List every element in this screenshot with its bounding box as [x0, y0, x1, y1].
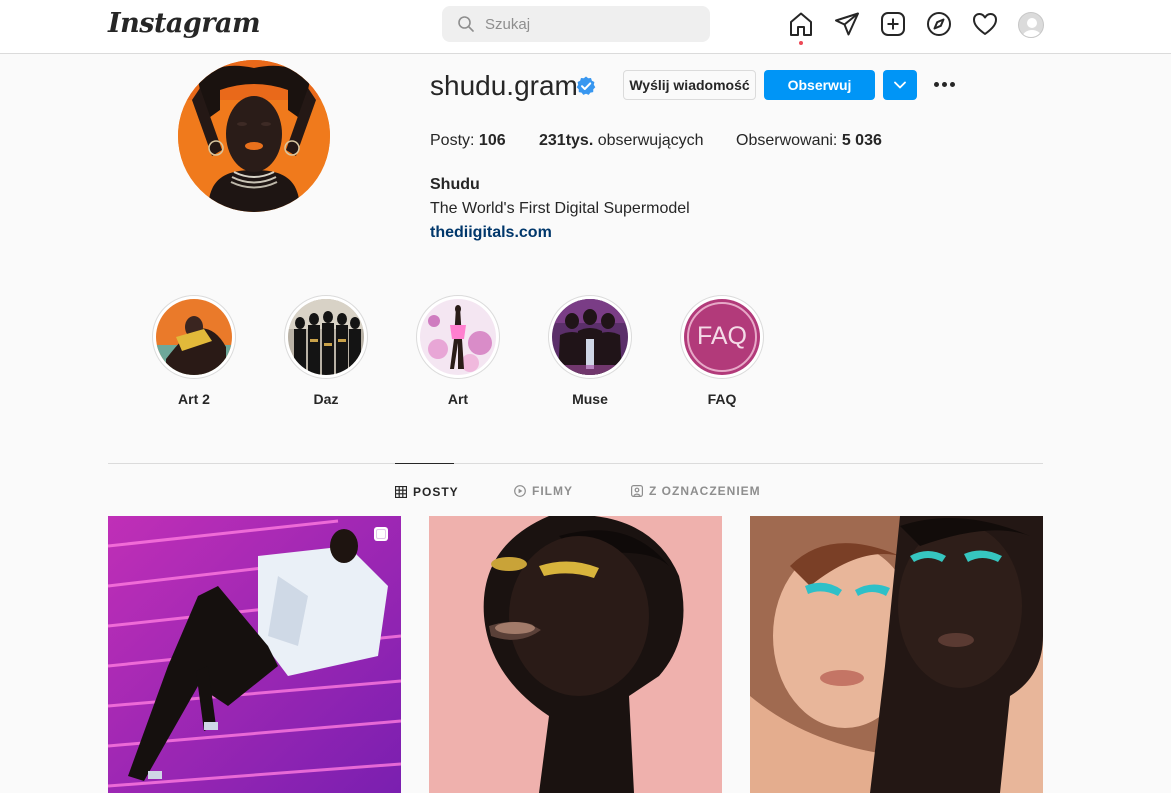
following-stat[interactable]: Obserwowani: 5 036	[736, 132, 882, 150]
new-post-button[interactable]	[880, 11, 906, 37]
highlight-art[interactable]: Art	[415, 295, 501, 407]
following-count: 5 036	[841, 132, 882, 149]
highlight-label: Art	[447, 391, 469, 407]
message-button[interactable]: Wyślij wiadomość	[623, 70, 756, 100]
highlight-daz[interactable]: Daz	[283, 295, 369, 407]
bio: The World's First Digital Supermodel	[430, 200, 690, 217]
instagram-logo[interactable]: Instagram	[108, 8, 261, 39]
options-dot	[934, 82, 939, 87]
options-dot	[950, 82, 955, 87]
direct-button[interactable]	[834, 11, 860, 37]
tagged-icon	[631, 485, 643, 497]
highlight-cover	[156, 299, 232, 375]
post-thumbnail[interactable]	[429, 516, 722, 793]
search-icon	[458, 16, 474, 32]
home-button[interactable]	[788, 11, 814, 45]
tab-label: FILMY	[532, 484, 573, 498]
home-icon	[790, 12, 812, 36]
tab-reels[interactable]: FILMY	[514, 463, 574, 515]
followers-count: 231tys.	[539, 132, 594, 149]
heart-icon	[973, 13, 997, 35]
follow-button[interactable]: Obserwuj	[764, 70, 875, 100]
post-thumbnail[interactable]	[750, 516, 1043, 793]
tab-tagged[interactable]: Z OZNACZENIEM	[631, 463, 761, 515]
profile-username: shudu.gram	[430, 70, 578, 101]
highlight-ring	[152, 295, 236, 379]
highlight-art-2[interactable]: Art 2	[151, 295, 237, 407]
highlight-label: Art 2	[178, 391, 210, 407]
tab-label: POSTY	[413, 485, 459, 499]
direct-icon	[835, 12, 859, 36]
faq-cover-text: FAQ	[696, 322, 747, 350]
profile-picture[interactable]	[178, 60, 330, 212]
chevron-down-icon	[894, 81, 906, 89]
avatar[interactable]	[1018, 12, 1044, 38]
play-icon	[514, 485, 526, 497]
avatar-placeholder-icon	[1022, 18, 1042, 37]
posts-label: Posty:	[430, 132, 475, 149]
search-box[interactable]	[442, 6, 710, 42]
explore-button[interactable]	[926, 11, 952, 37]
explore-icon	[927, 12, 951, 36]
highlight-label: Muse	[572, 391, 608, 407]
website-link[interactable]: thediigitals.com	[430, 224, 552, 242]
activity-button[interactable]	[972, 11, 998, 37]
tab-label: Z OZNACZENIEM	[649, 484, 761, 498]
notification-dot	[799, 41, 803, 45]
options-dot	[942, 82, 947, 87]
full-name: Shudu	[430, 176, 480, 193]
multi-photo-icon	[374, 527, 388, 541]
post-thumbnail[interactable]	[108, 516, 401, 793]
highlight-faq[interactable]: FAQ FAQ	[679, 295, 765, 407]
highlight-ring	[548, 295, 632, 379]
options-button[interactable]	[934, 82, 956, 88]
suggested-accounts-button[interactable]	[883, 70, 917, 100]
tab-posts[interactable]: POSTY	[395, 463, 458, 515]
highlight-ring: FAQ	[680, 295, 764, 379]
highlight-muse[interactable]: Muse	[547, 295, 633, 407]
highlight-ring	[416, 295, 500, 379]
highlight-ring	[284, 295, 368, 379]
followers-stat[interactable]: 231tys. obserwujących	[539, 132, 704, 150]
highlight-cover: FAQ	[684, 299, 760, 375]
highlight-label: Daz	[313, 391, 339, 407]
search-input[interactable]	[485, 6, 695, 42]
highlight-cover	[420, 299, 496, 375]
top-nav: Instagram	[0, 0, 1171, 54]
followers-label: obserwujących	[597, 132, 704, 149]
following-label: Obserwowani:	[736, 132, 838, 149]
posts-stat: Posty: 106	[430, 132, 506, 150]
grid-icon	[395, 486, 407, 498]
posts-count: 106	[478, 132, 506, 149]
highlight-cover	[552, 299, 628, 375]
new-post-icon	[881, 12, 905, 36]
verified-badge-icon	[576, 76, 596, 95]
highlight-label: FAQ	[707, 391, 737, 407]
highlight-cover	[288, 299, 364, 375]
tabs-divider	[108, 463, 1043, 464]
